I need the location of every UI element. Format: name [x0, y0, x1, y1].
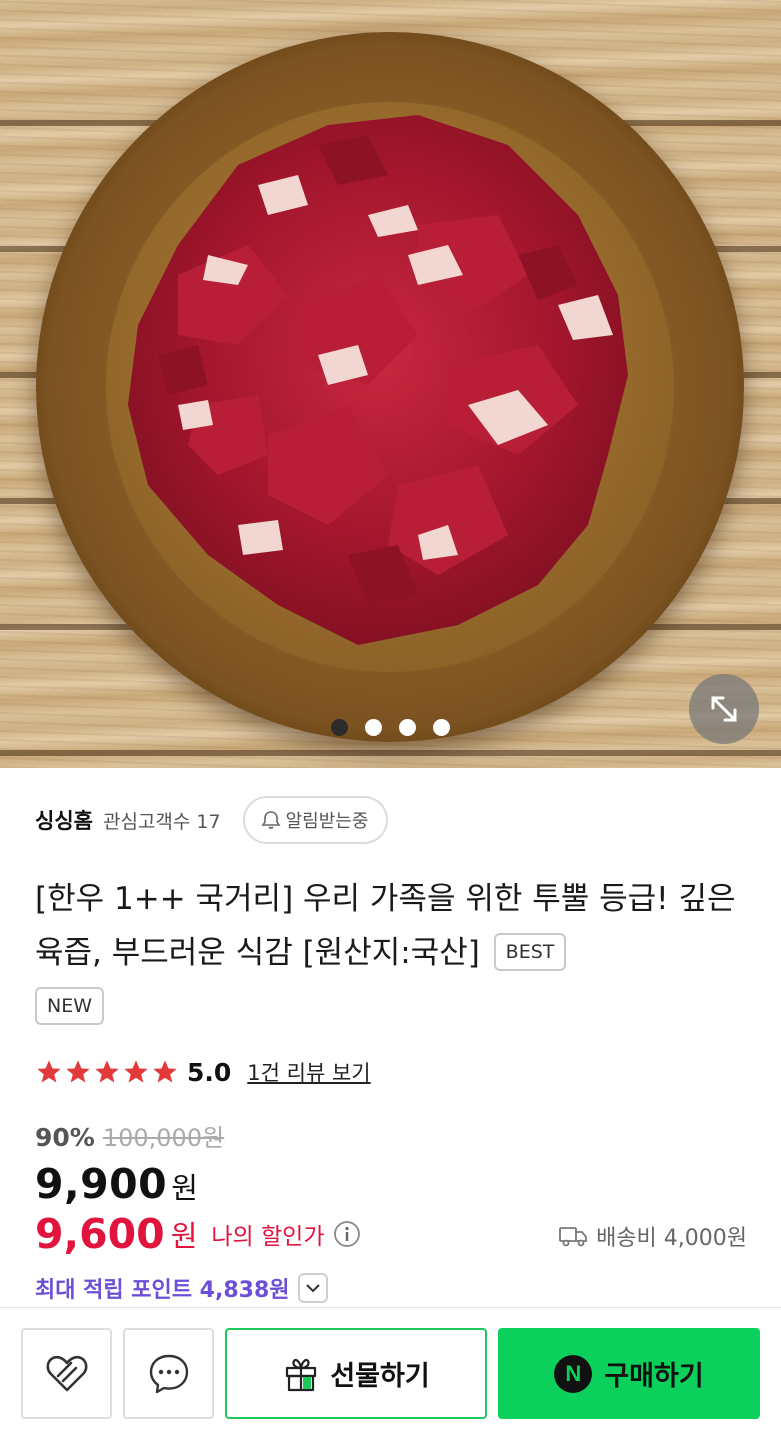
bottom-action-bar: 선물하기 N 구매하기: [0, 1307, 781, 1440]
carousel-dot[interactable]: [365, 719, 382, 736]
star-icon: [37, 1060, 61, 1083]
product-title-text: [한우 1++ 국거리] 우리 가족을 위한 투뿔 등급! 깊은 육즙, 부드러…: [35, 881, 736, 971]
new-badge: NEW: [35, 987, 105, 1025]
rating-score: 5.0: [187, 1057, 232, 1087]
member-price: 9,600: [35, 1210, 165, 1258]
carousel-dot[interactable]: [433, 719, 450, 736]
buy-label: 구매하기: [604, 1361, 704, 1392]
review-link[interactable]: 1건 리뷰 보기: [247, 1057, 370, 1087]
sale-price-row: 9,900 원: [35, 1160, 198, 1208]
bell-icon: [261, 811, 281, 829]
gift-icon: [286, 1358, 317, 1391]
member-price-label: 나의 할인가: [211, 1224, 325, 1250]
info-icon[interactable]: [333, 1220, 361, 1248]
product-image[interactable]: [0, 0, 781, 768]
sale-price: 9,900: [35, 1160, 168, 1208]
best-badge: BEST: [493, 933, 567, 971]
meat-pieces-illustration: [128, 115, 628, 645]
star-rating: [35, 1058, 179, 1086]
gift-label: 선물하기: [330, 1361, 430, 1392]
naver-pay-icon: N: [554, 1354, 593, 1393]
points-row: 최대 적립 포인트 4,838원: [35, 1272, 328, 1304]
store-info: 싱싱홈 관심고객수 17 알림받는중: [35, 795, 389, 845]
rating-row: 5.0 1건 리뷰 보기: [35, 1052, 371, 1092]
chat-bubble-icon: [149, 1354, 188, 1393]
product-title: [한우 1++ 국거리] 우리 가족을 위한 투뿔 등급! 깊은 육즙, 부드러…: [35, 872, 755, 1034]
star-icon: [95, 1060, 119, 1083]
star-icon: [153, 1060, 177, 1083]
follower-count: 관심고객수 17: [102, 810, 221, 833]
buy-button[interactable]: N 구매하기: [498, 1328, 760, 1419]
original-price: 100,000원: [102, 1124, 225, 1152]
zzim-icon: [46, 1355, 87, 1391]
alarm-label: 알림받는중: [285, 811, 369, 832]
carousel-indicator: [331, 719, 450, 736]
gift-button[interactable]: 선물하기: [225, 1328, 487, 1419]
carousel-dot[interactable]: [399, 719, 416, 736]
max-points: 최대 적립 포인트 4,838원: [35, 1278, 290, 1303]
member-price-row: 9,600 원 나의 할인가: [35, 1210, 361, 1258]
shipping-text: 배송비 4,000원: [596, 1226, 747, 1251]
discount-rate: 90%: [35, 1123, 95, 1152]
star-icon: [66, 1060, 90, 1083]
sale-price-unit: 원: [171, 1171, 198, 1205]
discount-row: 90% 100,000원: [35, 1118, 224, 1153]
wishlist-button[interactable]: [21, 1328, 112, 1419]
points-expand-button[interactable]: [297, 1273, 328, 1303]
star-icon: [124, 1060, 148, 1083]
expand-image-button[interactable]: [689, 674, 759, 744]
shipping-fee: 배송비 4,000원: [558, 1220, 747, 1252]
store-name[interactable]: 싱싱홈: [35, 805, 93, 835]
member-price-unit: 원: [170, 1219, 198, 1253]
chevron-down-icon: [305, 1284, 320, 1293]
carousel-dot[interactable]: [331, 719, 348, 736]
talk-button[interactable]: [123, 1328, 214, 1419]
truck-icon: [559, 1227, 587, 1247]
alarm-subscribe-button[interactable]: 알림받는중: [242, 796, 389, 844]
expand-arrows-icon: [711, 696, 737, 722]
